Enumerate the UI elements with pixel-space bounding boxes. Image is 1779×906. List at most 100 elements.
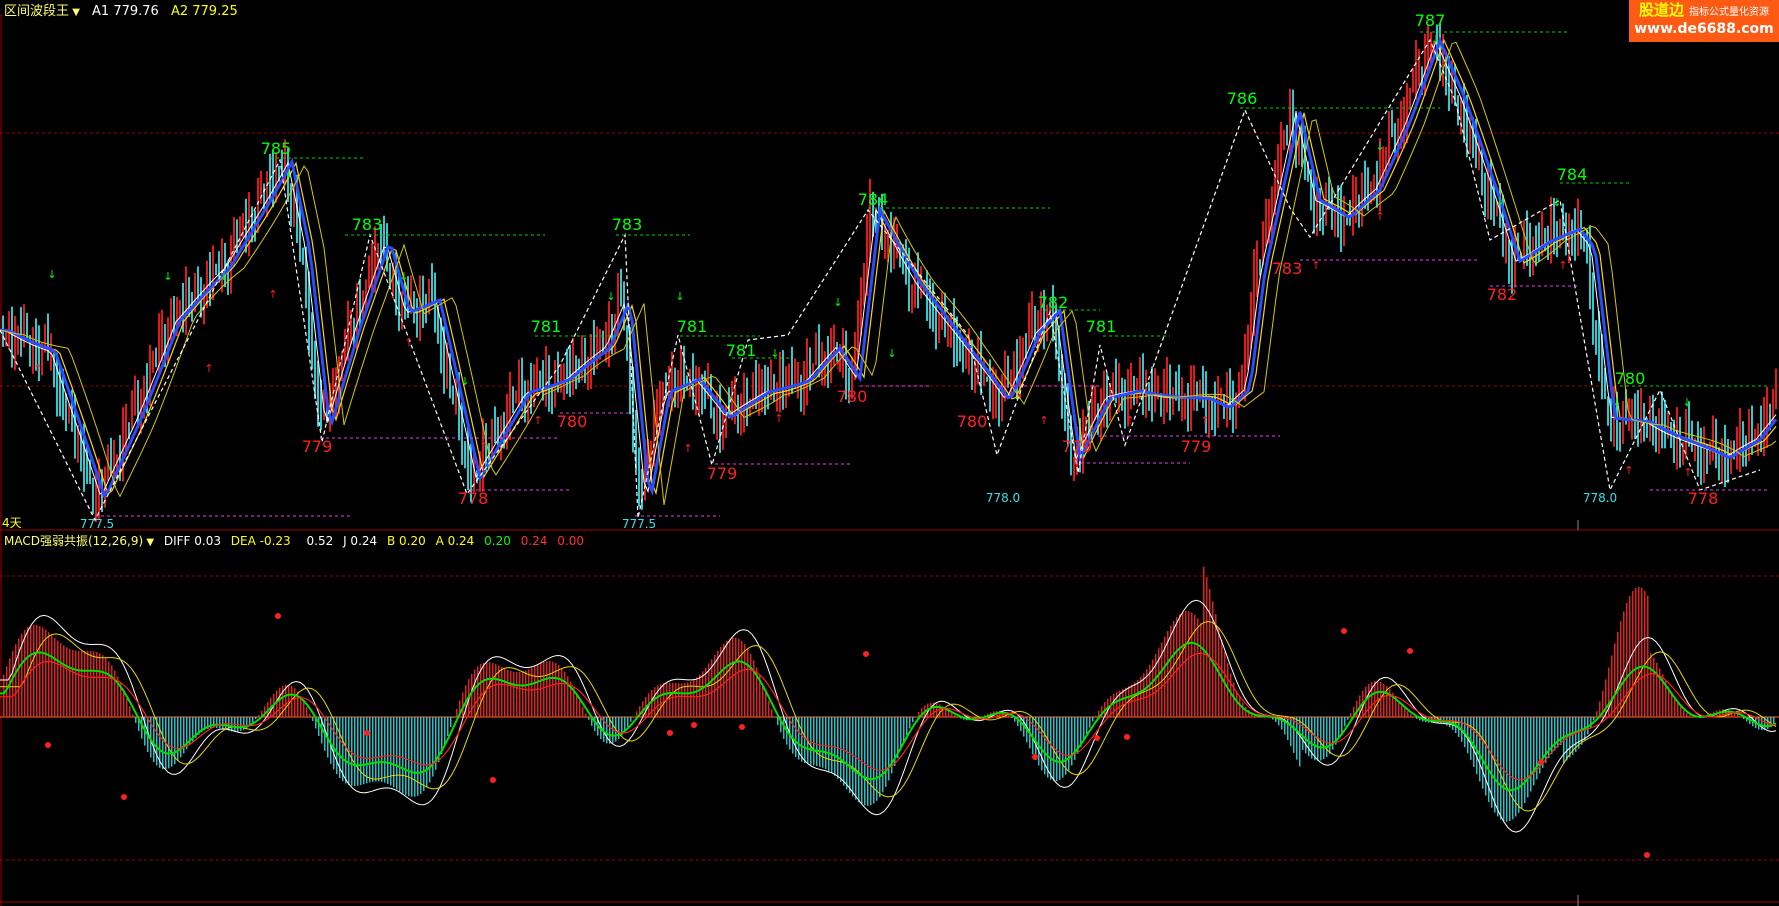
price-chart-svg[interactable]: 785 783 783 784 786 787 781 781 781 782 781 784 780 7… <box>0 0 1779 906</box>
macd-histogram-bar <box>126 698 128 717</box>
macd-header: MACD强弱共振(12,26,9) ▼ DIFF 0.03 DEA -0.23 … <box>4 532 584 549</box>
candle <box>221 238 223 293</box>
macd-histogram-bar <box>345 717 347 784</box>
macd-histogram-bar <box>456 708 458 717</box>
candle <box>809 347 811 391</box>
macd-histogram-bar <box>108 661 110 717</box>
macd-histogram-bar <box>1236 690 1238 717</box>
signal-dot <box>490 777 496 783</box>
macd-histogram-bar <box>1011 717 1013 718</box>
macd-histogram-bar <box>378 717 380 782</box>
bottom-label: 778.0 <box>986 491 1020 505</box>
macd-histogram-bar <box>402 717 404 794</box>
candle <box>1031 291 1033 340</box>
chart-window: 785 783 783 784 786 787 781 781 781 782 781 784 780 7… <box>0 0 1779 906</box>
macd-histogram-bar <box>156 717 158 766</box>
macd-histogram-bar <box>1383 683 1385 717</box>
candle <box>1607 396 1609 426</box>
macd-histogram-bar <box>1569 717 1571 758</box>
macd-histogram-bar <box>1188 611 1190 717</box>
macd-histogram-bar <box>162 717 164 770</box>
macd-indicator-name[interactable]: MACD强弱共振(12,26,9) <box>4 534 143 548</box>
macd-histogram-bar <box>390 717 392 786</box>
candle <box>1343 195 1345 247</box>
candle <box>1409 87 1411 110</box>
candle <box>512 386 514 414</box>
macd-histogram-bar <box>366 717 368 784</box>
macd-histogram-bar <box>522 671 524 717</box>
candle <box>905 239 907 285</box>
candle <box>1277 144 1279 197</box>
candle <box>1736 426 1738 470</box>
macd-histogram-bar <box>606 717 608 744</box>
candle <box>734 376 736 425</box>
macd-histogram-bar <box>867 717 869 806</box>
macd-histogram-bar <box>39 625 41 717</box>
chevron-down-icon[interactable]: ▼ <box>69 7 80 18</box>
macd-histogram-bar <box>114 670 116 717</box>
candle <box>428 278 430 315</box>
diff-value: DIFF 0.03 <box>163 534 221 548</box>
candle <box>1154 368 1156 413</box>
macd-histogram-bar <box>690 681 692 717</box>
macd-histogram-bar <box>105 657 107 717</box>
macd-histogram-bar <box>552 661 554 717</box>
macd-histogram-bar <box>549 661 551 717</box>
candle <box>1202 365 1204 408</box>
macd-histogram-bar <box>255 717 257 719</box>
macd-histogram-bar <box>1674 697 1676 717</box>
macd-histogram-bar <box>330 717 332 764</box>
b-value: B 0.20 <box>386 534 426 548</box>
macd-histogram-bar <box>582 706 584 717</box>
up-arrow-icon: ↑ <box>479 440 488 453</box>
macd-histogram-bar <box>1086 717 1088 734</box>
down-arrow-icon: ↓ <box>163 270 172 283</box>
chevron-down-icon[interactable]: ▼ <box>143 537 154 548</box>
candle <box>1679 416 1681 468</box>
candle <box>59 365 61 417</box>
macd-histogram-bar <box>537 664 539 717</box>
macd-histogram-bar <box>303 701 305 717</box>
macd-histogram-bar <box>1185 610 1187 717</box>
value-4: 0.00 <box>557 534 584 548</box>
macd-histogram-bar <box>1596 711 1598 717</box>
macd-histogram-bar <box>129 706 131 717</box>
candle <box>758 363 760 416</box>
candle <box>596 326 598 370</box>
macd-histogram-bar <box>93 651 95 717</box>
candle <box>1214 381 1216 436</box>
candle <box>782 350 784 410</box>
macd-histogram-bar <box>1485 717 1487 796</box>
macd-histogram-bar <box>1617 631 1619 717</box>
macd-histogram-bar <box>309 713 311 717</box>
macd-histogram-bar <box>693 679 695 717</box>
macd-histogram-bar <box>1320 717 1322 761</box>
down-arrow-icon: ↓ <box>1375 140 1384 153</box>
candle <box>1226 371 1228 428</box>
macd-histogram-bar <box>360 717 362 786</box>
signal-dot <box>667 730 673 736</box>
candle <box>1541 211 1543 257</box>
up-arrow-icon: ↑ <box>33 362 42 375</box>
macd-histogram-bar <box>1290 717 1292 747</box>
candle <box>1193 365 1195 411</box>
candle <box>1355 176 1357 224</box>
peak-label: 783 <box>612 215 643 234</box>
macd-histogram-bar <box>306 707 308 717</box>
macd-histogram-bar <box>576 693 578 717</box>
candle <box>1712 415 1714 461</box>
macd-histogram-bar <box>132 714 134 717</box>
macd-histogram-bar <box>681 683 683 717</box>
candle <box>68 403 70 424</box>
candle <box>134 375 136 416</box>
macd-histogram-bar <box>279 687 281 717</box>
watermark-badge[interactable]: 股道边 指标公式量化资源 www.de6688.com <box>1629 0 1779 42</box>
macd-histogram-bar <box>1473 717 1475 767</box>
macd-histogram-bar <box>258 715 260 717</box>
macd-histogram-bar <box>1089 717 1091 728</box>
candle <box>311 312 313 370</box>
macd-histogram-bar <box>1092 717 1094 722</box>
indicator-name[interactable]: 区间波段王 <box>4 4 69 19</box>
macd-histogram-bar <box>423 717 425 792</box>
macd-histogram-bar <box>795 717 797 757</box>
